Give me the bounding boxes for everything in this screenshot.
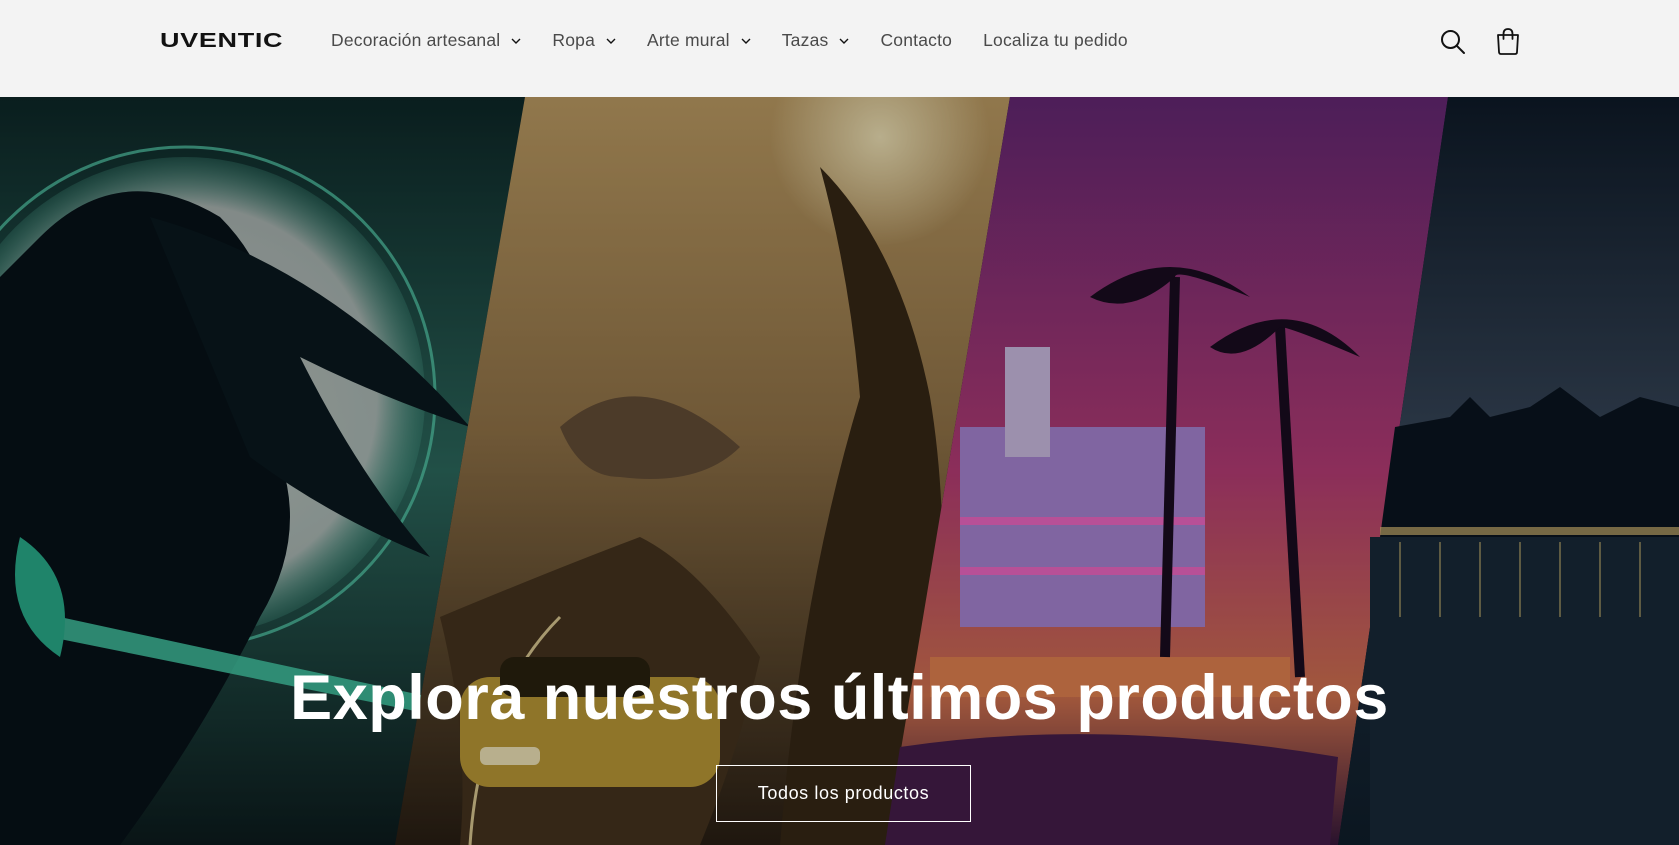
hero-title: Explora nuestros últimos productos [290, 663, 1389, 733]
cart-button[interactable] [1493, 26, 1523, 56]
nav-item-arte-mural[interactable]: Arte mural [647, 30, 752, 51]
nav-item-label: Arte mural [647, 30, 730, 50]
chevron-down-icon [605, 35, 617, 47]
chevron-down-icon [510, 35, 522, 47]
chevron-down-icon [740, 35, 752, 47]
site-header: UVENTIC Decoración artesanal Ropa Arte m… [0, 0, 1679, 97]
main-nav: Decoración artesanal Ropa Arte mural Taz… [331, 30, 1159, 51]
search-button[interactable] [1438, 27, 1468, 57]
nav-item-label: Decoración artesanal [331, 30, 501, 50]
all-products-button[interactable]: Todos los productos [716, 765, 971, 822]
cart-icon [1497, 28, 1519, 55]
site-logo[interactable]: UVENTIC [160, 30, 283, 53]
nav-item-label: Contacto [880, 30, 953, 50]
chevron-down-icon [838, 35, 850, 47]
hero-banner: Explora nuestros últimos productos Todos… [0, 97, 1679, 845]
nav-item-decoracion[interactable]: Decoración artesanal [331, 30, 522, 51]
search-icon [1441, 30, 1465, 54]
nav-item-contacto[interactable]: Contacto [880, 30, 952, 51]
nav-item-label: Tazas [781, 30, 829, 50]
nav-item-tazas[interactable]: Tazas [782, 30, 851, 51]
nav-item-localiza-pedido[interactable]: Localiza tu pedido [983, 30, 1128, 51]
nav-item-label: Localiza tu pedido [983, 30, 1128, 50]
nav-item-ropa[interactable]: Ropa [552, 30, 617, 51]
nav-item-label: Ropa [552, 30, 596, 50]
